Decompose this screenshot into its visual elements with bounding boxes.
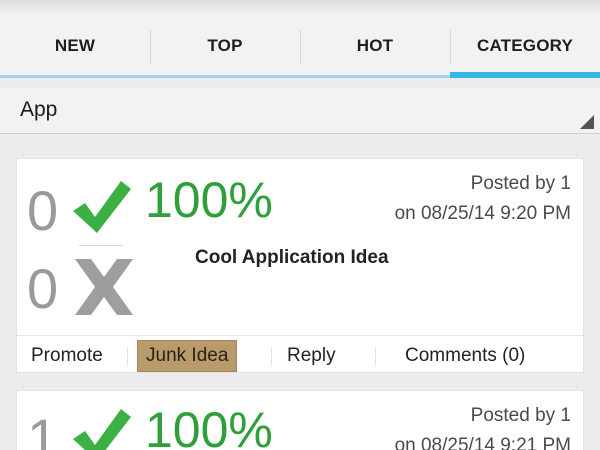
category-select[interactable]: App xyxy=(0,88,600,134)
posted-by: Posted by 1 xyxy=(470,173,571,194)
idea-card[interactable]: 0 100% 0 Posted by 1 on 08/25/14 9:20 PM… xyxy=(16,158,584,373)
status-area xyxy=(0,0,600,16)
action-divider xyxy=(127,348,128,366)
posted-date: on 08/25/14 9:20 PM xyxy=(394,203,571,224)
tab-label: CATEGORY xyxy=(476,35,574,55)
idea-actions: Promote Junk Idea Reply Comments (0) xyxy=(17,335,583,375)
idea-card[interactable]: 1 100% Posted by 1 on 08/25/14 9:21 PM xyxy=(16,390,584,450)
tab-label: HOT xyxy=(356,35,394,55)
tab-top[interactable]: TOP xyxy=(150,16,300,75)
check-icon[interactable] xyxy=(71,177,133,237)
posted-date: on 08/25/14 9:21 PM xyxy=(394,435,571,450)
check-icon[interactable] xyxy=(71,405,133,450)
junk-idea-button[interactable]: Junk Idea xyxy=(137,340,238,372)
tab-new[interactable]: NEW xyxy=(0,16,150,75)
tab-category[interactable]: CATEGORY xyxy=(450,16,600,78)
dropdown-arrow-icon xyxy=(580,115,594,129)
posted-by: Posted by 1 xyxy=(470,405,571,426)
comments-button[interactable]: Comments (0) xyxy=(405,340,525,372)
up-vote-count: 0 xyxy=(27,179,59,242)
vote-divider xyxy=(79,245,123,246)
tab-label: NEW xyxy=(54,35,96,55)
tab-bar: NEW TOP HOT CATEGORY xyxy=(0,16,600,78)
category-select-value: App xyxy=(20,98,58,121)
up-vote-count: 1 xyxy=(27,407,59,450)
action-divider xyxy=(271,348,272,366)
tab-label: TOP xyxy=(207,35,243,55)
reply-button[interactable]: Reply xyxy=(287,340,336,372)
promote-button[interactable]: Promote xyxy=(31,340,103,372)
approval-percent: 100% xyxy=(145,172,273,228)
down-vote-count: 0 xyxy=(27,257,59,320)
tab-hot[interactable]: HOT xyxy=(300,16,450,75)
idea-title[interactable]: Cool Application Idea xyxy=(195,247,389,269)
action-divider xyxy=(375,348,376,366)
x-icon[interactable] xyxy=(71,255,137,319)
approval-percent: 100% xyxy=(145,402,273,450)
